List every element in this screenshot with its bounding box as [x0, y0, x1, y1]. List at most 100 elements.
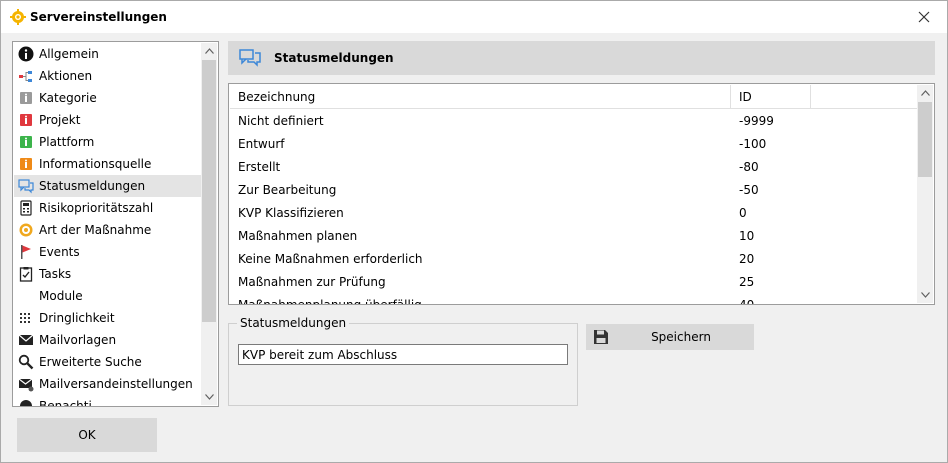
status-name-input[interactable] — [238, 344, 568, 365]
sidebar-item-label: Tasks — [39, 267, 72, 281]
sidebar-item-tasks[interactable]: Tasks — [14, 263, 201, 285]
cell-bezeichnung: Maßnahmenplanung überfällig — [238, 298, 422, 305]
column-header-bezeichnung[interactable]: Bezeichnung — [230, 85, 731, 109]
sidebar-item-label: Erweiterte Suche — [39, 355, 142, 369]
table-row[interactable]: Zur Bearbeitung -50 — [230, 179, 917, 202]
module-icon-placeholder — [18, 288, 34, 304]
sidebar-item-events[interactable]: Events — [14, 241, 201, 263]
urgency-icon — [18, 310, 34, 326]
information-source-icon — [18, 156, 34, 172]
window-title: Servereinstellungen — [30, 10, 167, 24]
cell-bezeichnung: Nicht definiert — [238, 114, 324, 128]
table-row[interactable]: Entwurf -100 — [230, 133, 917, 156]
notification-icon — [18, 398, 34, 406]
info-icon — [18, 46, 34, 62]
sidebar-item-risikoprioritaetszahl[interactable]: Risikoprioritätszahl — [14, 197, 201, 219]
sidebar-item-label: Module — [39, 289, 83, 303]
sidebar-item-label: Mailvorlagen — [39, 333, 117, 347]
group-label: Statusmeldungen — [237, 316, 350, 330]
sidebar-item-mailvorlagen[interactable]: Mailvorlagen — [14, 329, 201, 351]
sidebar-item-label: Projekt — [39, 113, 81, 127]
cell-bezeichnung: KVP Klassifizieren — [238, 206, 344, 220]
table-row[interactable]: KVP Klassifizieren 0 — [230, 202, 917, 225]
cell-id: -100 — [739, 137, 767, 151]
column-header-id[interactable]: ID — [731, 85, 811, 109]
sidebar-item-module[interactable]: Module — [14, 285, 201, 307]
sidebar-item-mailversandeinstellungen[interactable]: Mailversandeinstellungen — [14, 373, 201, 395]
save-button[interactable]: Speichern — [586, 324, 754, 350]
table-row[interactable]: Keine Maßnahmen erforderlich 20 — [230, 248, 917, 271]
sidebar-item-kategorie[interactable]: Kategorie — [14, 87, 201, 109]
sidebar-item-dringlichkeit[interactable]: Dringlichkeit — [14, 307, 201, 329]
table-row[interactable]: Nicht definiert -9999 — [230, 110, 917, 133]
scroll-up-icon[interactable] — [201, 43, 217, 59]
save-button-label: Speichern — [651, 330, 711, 344]
sidebar-item-label: Events — [39, 245, 80, 259]
sidebar-item-erweiterte-suche[interactable]: Erweiterte Suche — [14, 351, 201, 373]
cell-id: -80 — [739, 160, 759, 174]
sidebar-item-label: Benachti... — [39, 399, 104, 407]
checklist-icon — [18, 266, 34, 282]
cell-id: -50 — [739, 183, 759, 197]
project-icon — [18, 112, 34, 128]
cell-bezeichnung: Maßnahmen zur Prüfung — [238, 275, 386, 289]
cell-bezeichnung: Zur Bearbeitung — [238, 183, 337, 197]
scroll-up-icon[interactable] — [917, 85, 933, 101]
sidebar-item-label: Risikoprioritätszahl — [39, 201, 154, 215]
sidebar-item-aktionen[interactable]: Aktionen — [14, 65, 201, 87]
target-icon — [18, 222, 34, 238]
scroll-down-icon[interactable] — [201, 389, 217, 405]
table-scrollbar[interactable] — [917, 85, 933, 303]
sidebar-item-label: Allgemein — [39, 47, 99, 61]
search-icon — [18, 354, 34, 370]
sidebar-item-label: Mailversandeinstellungen — [39, 377, 193, 391]
flag-icon — [18, 244, 34, 260]
cell-bezeichnung: Keine Maßnahmen erforderlich — [238, 252, 423, 266]
sidebar-item-benachrichtigungen[interactable]: Benachti... — [14, 395, 201, 407]
cell-bezeichnung: Entwurf — [238, 137, 285, 151]
sidebar-item-label: Plattform — [39, 135, 95, 149]
status-table[interactable]: Bezeichnung ID Nicht definiert -9999 Ent… — [228, 83, 935, 305]
close-icon — [918, 11, 930, 23]
table-row[interactable]: Maßnahmenplanung überfällig 40 — [230, 294, 917, 305]
table-header: Bezeichnung ID — [230, 85, 917, 109]
close-button[interactable] — [901, 1, 947, 33]
cell-id: 10 — [739, 229, 755, 243]
title-bar: Servereinstellungen — [1, 1, 947, 33]
sidebar-item-label: Kategorie — [39, 91, 97, 105]
mail-settings-icon — [18, 376, 34, 392]
sidebar-item-allgemein[interactable]: Allgemein — [14, 43, 201, 65]
actions-icon — [18, 68, 34, 84]
category-icon — [18, 90, 34, 106]
sidebar-item-statusmeldungen[interactable]: Statusmeldungen — [14, 175, 201, 197]
sidebar-item-label: Dringlichkeit — [39, 311, 115, 325]
table-row[interactable]: Maßnahmen planen 10 — [230, 225, 917, 248]
sidebar-item-plattform[interactable]: Plattform — [14, 131, 201, 153]
table-scroll-thumb[interactable] — [918, 102, 932, 177]
cell-id: -9999 — [739, 114, 774, 128]
chat-bubbles-icon — [18, 178, 34, 194]
sidebar-item-label: Aktionen — [39, 69, 93, 83]
settings-category-list[interactable]: Allgemein Aktionen Kategorie Projekt Pla… — [12, 41, 219, 407]
cell-bezeichnung: Erstellt — [238, 160, 281, 174]
section-title: Statusmeldungen — [274, 51, 394, 65]
chat-bubbles-icon — [239, 49, 261, 67]
scroll-down-icon[interactable] — [917, 287, 933, 303]
mail-icon — [18, 332, 34, 348]
ok-button[interactable]: OK — [17, 418, 157, 452]
table-row[interactable]: Erstellt -80 — [230, 156, 917, 179]
table-row[interactable]: Maßnahmen zur Prüfung 25 — [230, 271, 917, 294]
sidebar-item-informationsquelle[interactable]: Informationsquelle — [14, 153, 201, 175]
sidebar-item-projekt[interactable]: Projekt — [14, 109, 201, 131]
cell-bezeichnung: Maßnahmen planen — [238, 229, 358, 243]
sidebar-item-label: Statusmeldungen — [39, 179, 146, 193]
sidebar-scroll-thumb[interactable] — [202, 60, 216, 322]
cell-id: 20 — [739, 252, 755, 266]
cell-id: 40 — [739, 298, 755, 305]
section-header: Statusmeldungen — [228, 41, 935, 75]
settings-window: Servereinstellungen Allgemein Aktionen K… — [0, 0, 948, 463]
sidebar-scrollbar[interactable] — [201, 43, 217, 405]
sidebar-item-art-der-massnahme[interactable]: Art der Maßnahme — [14, 219, 201, 241]
sidebar-item-label: Informationsquelle — [39, 157, 152, 171]
sidebar-item-label: Art der Maßnahme — [39, 223, 152, 237]
